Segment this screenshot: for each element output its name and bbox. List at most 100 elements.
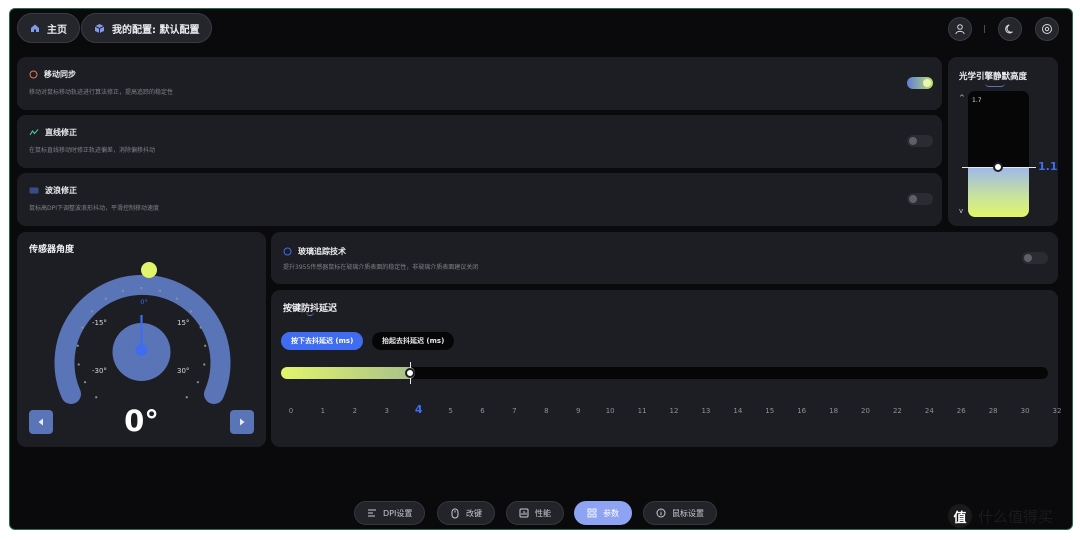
setting-row-angle-snapping: 直线修正 在鼠标直线移动时修正轨迹偏差，消除偏移抖动	[17, 115, 942, 168]
debounce-tick-label: 9	[576, 407, 581, 415]
moon-icon	[1005, 24, 1013, 34]
nav-label: 改键	[466, 508, 482, 518]
debounce-tick-label: 22	[892, 407, 902, 415]
watermark: 值 什么值得买	[948, 504, 1053, 528]
scale-label-15: 15°	[177, 319, 190, 327]
gauge-dot	[204, 344, 207, 347]
debounce-tick-label: 14	[733, 407, 743, 415]
nav-label: DPI设置	[383, 508, 413, 518]
nav-key-remap[interactable]: 改键	[437, 501, 495, 525]
debounce-card: 按键防抖延迟 按下去抖延迟 (ms) 抬起去抖延迟 (ms)	[271, 290, 1058, 447]
account-button[interactable]	[948, 17, 972, 41]
tab-release-debounce[interactable]: 抬起去抖延迟 (ms)	[372, 332, 455, 350]
line-correction-icon	[29, 129, 39, 136]
gauge-dot	[77, 363, 80, 366]
watermark-logo: 值	[948, 504, 972, 528]
debounce-tick-label: 3	[384, 407, 389, 415]
gauge-dot	[203, 363, 206, 366]
lod-up-arrow[interactable]: ^	[959, 94, 965, 102]
lod-title: 光学引擎静默高度	[959, 72, 1028, 82]
cube-icon	[94, 23, 105, 33]
debounce-tick-label: 0	[288, 407, 294, 415]
setting-row-glass-tracking: 玻璃追踪技术 提升3955传感器鼠标在玻璃介质表面的稳定性，非玻璃介质表面建议关…	[271, 232, 1058, 284]
tab-press-debounce[interactable]: 按下去抖延迟 (ms)	[281, 332, 364, 350]
debounce-tick-label: 6	[480, 407, 485, 415]
lod-max-label: 1.7	[972, 97, 982, 104]
setting-desc: 移动对鼠标移动轨迹进行算法修正，提高追踪的稳定性	[29, 89, 174, 96]
scale-label-0: 0°	[140, 298, 148, 306]
debounce-slider-handle[interactable]	[404, 368, 415, 378]
gauge-dot	[189, 310, 193, 313]
lod-handle[interactable]	[993, 161, 1003, 172]
gauge-dot	[83, 381, 87, 384]
debounce-tick-label: 26	[956, 407, 966, 415]
scale-label-minus30: -30°	[92, 367, 107, 375]
debounce-slider-track[interactable]	[281, 367, 1048, 379]
debounce-tick-label: 15	[765, 407, 775, 415]
debounce-tick-label: 16	[797, 407, 807, 415]
lod-track[interactable]: 1.7	[968, 91, 1029, 217]
debounce-tick-label: 4	[414, 403, 423, 416]
wave-icon	[29, 187, 39, 194]
config-selector[interactable]: 我的配置: 默认配置	[81, 13, 213, 43]
performance-icon	[519, 508, 529, 518]
nav-label: 性能	[535, 508, 551, 518]
gauge-dot	[196, 381, 200, 384]
home-label: 主页	[47, 24, 67, 36]
app-window: 主页 我的配置: 默认配置 移动同步 移动对鼠标移动轨迹进行算法修正，提高追踪的…	[9, 8, 1073, 530]
gauge-handle[interactable]	[141, 262, 157, 278]
gauge-hub	[135, 344, 148, 356]
gauge-dot	[185, 396, 188, 399]
nav-performance[interactable]: 性能	[506, 501, 564, 525]
debounce-tick-label: 24	[924, 407, 934, 415]
nav-label: 参数	[603, 508, 619, 518]
gauge-dot	[158, 289, 162, 292]
angle-value: 0°	[124, 404, 159, 438]
home-button[interactable]: 主页	[17, 13, 80, 43]
sync-icon	[29, 70, 38, 79]
theme-button[interactable]	[998, 17, 1022, 41]
gauge-dot	[104, 297, 108, 300]
debounce-tick-label: 18	[829, 407, 839, 415]
debounce-tick-label: 32	[1052, 407, 1062, 415]
setting-row-motion-sync: 移动同步 移动对鼠标移动轨迹进行算法修正，提高追踪的稳定性	[17, 57, 942, 110]
gear-icon	[1042, 24, 1052, 34]
motion-sync-toggle[interactable]	[907, 77, 933, 89]
gauge-dot	[121, 289, 125, 292]
setting-desc: 鼠标高DPI下调整波浪形抖动，平滑控制移动速度	[29, 205, 160, 212]
nav-parameters[interactable]: 参数	[574, 501, 632, 525]
lod-value: 1.1	[1038, 159, 1058, 173]
debounce-tick-label: 2	[352, 407, 358, 415]
debounce-tick-label: 13	[701, 407, 711, 415]
gauge-dot	[76, 344, 79, 347]
angle-snapping-toggle[interactable]	[907, 135, 933, 147]
debounce-tick-label: 8	[544, 407, 549, 415]
sensor-angle-card: 传感器角度 0° -15° 15° -30° 30° 0°	[17, 232, 266, 447]
debounce-slider-fill	[281, 367, 415, 379]
nav-mouse-settings[interactable]: 鼠标设置	[643, 501, 717, 525]
settings-button[interactable]	[1035, 17, 1059, 41]
debounce-tick-label: 12	[669, 407, 679, 415]
setting-desc: 提升3955传感器鼠标在玻璃介质表面的稳定性，非玻璃介质表面建议关闭	[283, 264, 479, 271]
setting-desc: 在鼠标直线移动时修正轨迹偏差，消除偏移抖动	[29, 147, 156, 154]
gauge-dot	[81, 326, 84, 329]
gauge-dot	[95, 396, 98, 399]
debounce-tick-label: 20	[861, 407, 870, 415]
debounce-tick-label: 28	[988, 407, 998, 415]
setting-title: 移动同步	[44, 70, 76, 79]
gauge-dot	[140, 286, 143, 290]
gauge-dot	[199, 326, 202, 329]
watermark-text: 什么值得买	[978, 507, 1054, 526]
config-label: 我的配置: 默认配置	[112, 24, 200, 36]
glass-tracking-toggle[interactable]	[1022, 252, 1048, 264]
setting-title: 玻璃追踪技术	[298, 247, 346, 256]
ripple-control-toggle[interactable]	[907, 193, 933, 205]
lod-down-arrow[interactable]: v	[959, 207, 963, 215]
debounce-tick-label: 30	[1020, 407, 1030, 415]
mouse-icon	[451, 508, 459, 518]
user-icon	[955, 24, 965, 35]
home-icon	[31, 24, 39, 32]
nav-dpi-settings[interactable]: DPI设置	[354, 501, 426, 525]
lod-fill	[968, 166, 1029, 217]
info-icon	[656, 508, 666, 518]
